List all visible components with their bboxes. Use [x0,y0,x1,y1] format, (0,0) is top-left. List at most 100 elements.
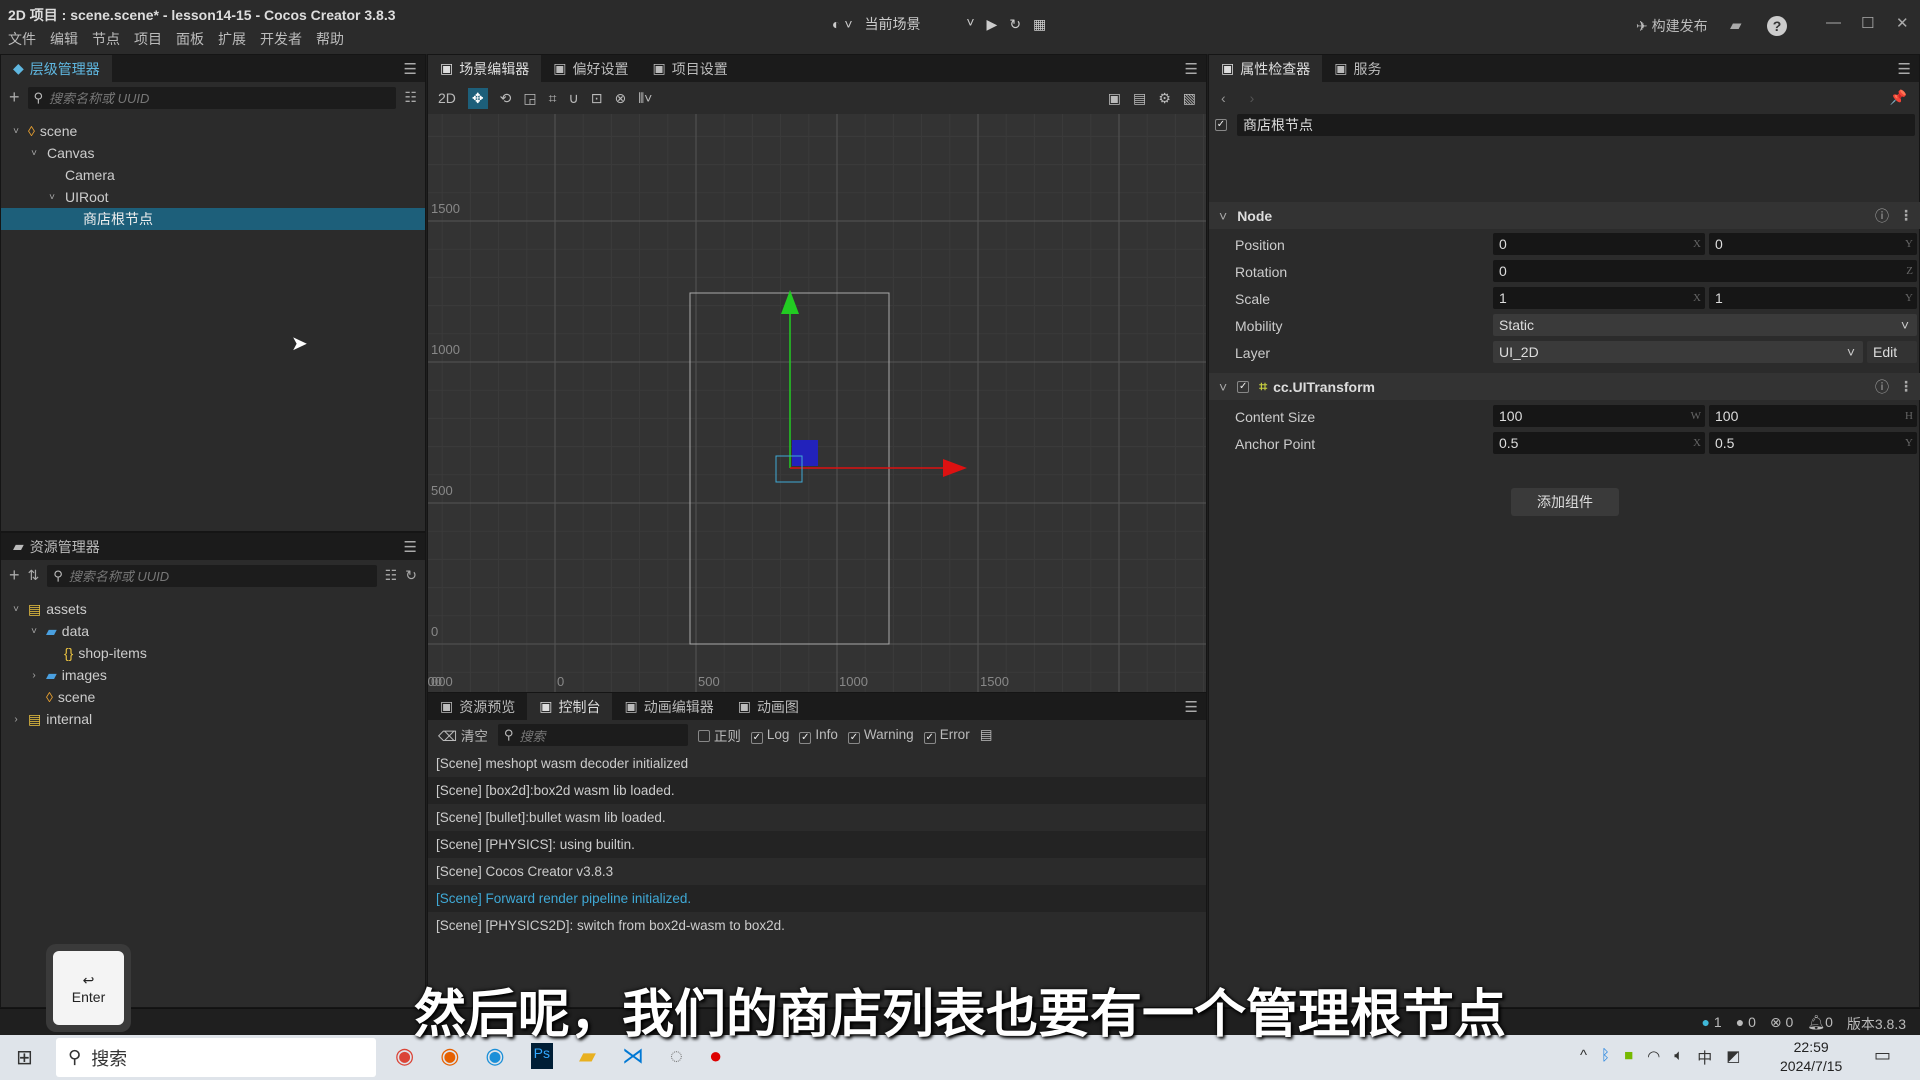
component-header[interactable]: ˅ Node ⓘ ⋮ [1209,202,1920,229]
menu-item[interactable]: 文件 [8,29,36,49]
menu-icon[interactable]: ☰ [404,60,417,78]
tree-item[interactable]: ˅ ◊ scene [1,120,425,142]
anchor-y-input[interactable]: 0.5 Y [1709,432,1917,454]
frame-icon[interactable]: ▣ [1108,90,1121,107]
rect-tool-icon[interactable]: ⌗ [549,90,557,107]
tab-0[interactable]: ▣ 属性检查器 [1209,55,1323,82]
tree-item[interactable]: ◊ scene [1,686,425,708]
pin-icon[interactable]: 📌 [1890,89,1907,106]
play-icon[interactable]: ▶ [987,16,998,33]
chevron-down-icon[interactable]: ˅ [1219,379,1227,395]
move-tool-icon[interactable]: ✥ [467,87,488,109]
minimize-icon[interactable]: — [1826,14,1841,31]
refresh-icon[interactable]: ↻ [1009,16,1021,33]
maximize-icon[interactable]: ☐ [1861,14,1874,32]
position-y-input[interactable]: 0Y [1709,233,1917,255]
add-component-button[interactable]: 添加组件 [1511,488,1619,516]
pivot-icon[interactable]: ⊡ [591,90,603,107]
tab-0[interactable]: ▣ 场景编辑器 [428,55,542,82]
menu-item[interactable]: 开发者 [260,29,302,49]
camera-icon[interactable]: ▤ [1133,90,1146,107]
menu-item[interactable]: 节点 [92,29,120,49]
checkbox[interactable] [697,730,710,742]
tab-2[interactable]: ▣ 动画编辑器 [612,693,725,720]
tray-expand-icon[interactable]: ^ [1580,1047,1587,1068]
node-name-input[interactable]: 商店根节点 [1237,114,1915,136]
scene-viewport[interactable]: 150010005000000-500050010001500 [428,114,1206,692]
clear-button[interactable]: ⌫ 清空 [438,725,488,745]
scene-select[interactable]: 当前场景 ˅ [865,14,975,34]
position-x-input[interactable]: 0X [1493,233,1705,255]
node-active-checkbox[interactable]: ✓ [1215,119,1227,131]
tree-item[interactable]: {} shop-items [1,642,425,664]
forward-icon[interactable]: › [1250,90,1255,106]
tab-hierarchy[interactable]: ◆ 层级管理器 [1,55,112,82]
tree-item[interactable]: ˅ ▤ assets [1,598,425,620]
tab-assets[interactable]: ▰ 资源管理器 [1,533,112,560]
bluetooth-icon[interactable]: ᛒ [1601,1047,1610,1068]
expand-arrow-icon[interactable]: ˅ [9,604,23,615]
volume-icon[interactable]: 🔈︎ [1674,1047,1683,1068]
collapse-icon[interactable]: ☷ [404,89,417,106]
console-search-input[interactable]: ⚲ 搜索 [497,724,688,746]
local-icon[interactable]: ⊗ [614,90,626,107]
gizmo-xy-handle[interactable] [792,440,818,466]
more-icon[interactable]: ⋮ [1899,378,1913,395]
menu-item[interactable]: 扩展 [218,29,246,49]
rotation-input[interactable]: 0Z [1493,260,1917,282]
mobility-select[interactable]: Static ˅ [1493,314,1917,336]
expand-arrow-icon[interactable]: ˅ [27,148,41,159]
nvidia-icon[interactable]: ■ [1624,1047,1633,1068]
tab-2[interactable]: ▣ 项目设置 [640,55,739,82]
tree-item[interactable]: ˅ Canvas [1,142,425,164]
menu-icon[interactable]: ☰ [1185,60,1198,78]
tree-item[interactable]: ˅ ▰ data [1,620,425,642]
tree-item[interactable]: 商店根节点 [1,208,425,230]
menu-icon[interactable]: ☰ [1185,698,1198,716]
checkbox[interactable]: ✓ [799,731,812,744]
align-icon[interactable]: ⫴˅ [638,90,652,107]
folder-icon[interactable]: ▰ [1730,16,1742,34]
add-icon[interactable]: + [9,565,20,586]
menu-icon[interactable]: ☰ [404,538,417,556]
scale-y-input[interactable]: 1Y [1709,287,1917,309]
scale-x-input[interactable]: 1X [1493,287,1705,309]
log-file-icon[interactable]: ▤ [980,727,993,743]
checkbox[interactable]: ✓ [847,731,860,744]
component-enabled-checkbox[interactable]: ✓ [1237,380,1250,393]
notification-center-icon[interactable]: ▭ [1874,1045,1891,1066]
height-input[interactable]: 100 H [1709,405,1917,427]
help-icon[interactable]: ? [1767,16,1787,36]
collapse-icon[interactable]: ☷ [385,567,398,584]
expand-arrow-icon[interactable]: ˅ [45,192,59,203]
filter-checkbox[interactable]: ✓ Log [750,727,789,744]
scale-tool-icon[interactable]: ◲ [523,90,536,107]
filter-checkbox[interactable]: ✓ Info [799,727,838,744]
expand-arrow-icon[interactable]: ˅ [27,626,41,637]
checkbox[interactable]: ✓ [923,731,936,744]
tab-0[interactable]: ▣ 资源预览 [428,693,527,720]
width-input[interactable]: 100 W [1493,405,1705,427]
assets-search-input[interactable]: ⚲ 搜索名称或 UUID [47,564,377,587]
pen-icon[interactable]: ◩ [1726,1047,1740,1068]
wifi-icon[interactable]: ◠ [1647,1047,1660,1068]
expand-arrow-icon[interactable]: ˅ [9,126,23,137]
anchor-x-input[interactable]: 0.5 X [1493,432,1705,454]
snap-icon[interactable]: ∪ [569,90,579,107]
help-icon[interactable]: ⓘ [1875,377,1889,397]
filter-checkbox[interactable]: 正则 [697,725,741,745]
rotate-tool-icon[interactable]: ⟲ [500,90,512,107]
sort-icon[interactable]: ⇅ [28,567,40,584]
menu-item[interactable]: 帮助 [316,29,344,49]
qrcode-icon[interactable]: ▦ [1033,16,1046,33]
help-icon[interactable]: ⓘ [1875,206,1889,226]
menu-item[interactable]: 编辑 [50,29,78,49]
windows-start-icon[interactable]: ⊞ [16,1045,33,1070]
menu-item[interactable]: 项目 [134,29,162,49]
chevron-down-icon[interactable]: ˅ [1219,208,1227,224]
refresh-icon[interactable]: ↻ [405,567,417,584]
tab-1[interactable]: ▣ 偏好设置 [541,55,640,82]
tree-item[interactable]: › ▤ internal [1,708,425,730]
tree-item[interactable]: › ▰ images [1,664,425,686]
2d-toggle[interactable]: 2D [438,90,456,106]
